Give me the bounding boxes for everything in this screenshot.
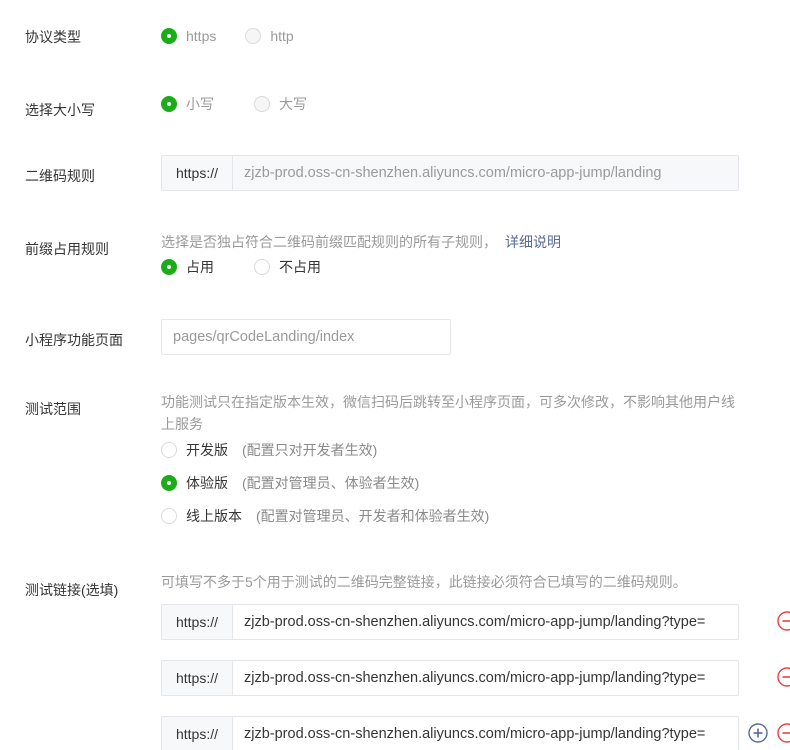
radio-checked-icon xyxy=(161,259,177,275)
test-link-field[interactable]: https:// zjzb-prod.oss-cn-shenzhen.aliyu… xyxy=(161,716,739,750)
radio-unchecked-icon xyxy=(254,96,270,112)
test-links-label: 测试链接(选填) xyxy=(25,582,119,598)
case-option-lower[interactable]: 小写 xyxy=(161,94,214,114)
test-link-value[interactable]: zjzb-prod.oss-cn-shenzhen.aliyuncs.com/m… xyxy=(233,605,738,639)
radio-unchecked-icon xyxy=(245,28,262,44)
minus-circle-icon[interactable] xyxy=(777,723,790,743)
prefix-occupy-hint: 选择是否独占符合二维码前缀匹配规则的所有子规则， 详细说明 xyxy=(161,234,561,250)
prefix-occupy-option-no[interactable]: 不占用 xyxy=(254,257,321,277)
radio-checked-icon xyxy=(161,475,177,491)
prefix-occupy-radio-group: 占用 不占用 xyxy=(161,257,351,277)
test-scope-label: 测试范围 xyxy=(25,401,81,417)
page-label: 小程序功能页面 xyxy=(25,332,123,348)
qr-rule-value: zjzb-prod.oss-cn-shenzhen.aliyuncs.com/m… xyxy=(244,165,662,181)
case-option-upper[interactable]: 大写 xyxy=(254,94,307,114)
test-link-prefix: https:// xyxy=(162,661,233,695)
test-link-value[interactable]: zjzb-prod.oss-cn-shenzhen.aliyuncs.com/m… xyxy=(233,717,738,750)
prefix-occupy-label: 前缀占用规则 xyxy=(25,241,109,257)
test-link-field[interactable]: https:// zjzb-prod.oss-cn-shenzhen.aliyu… xyxy=(161,604,739,640)
minus-circle-icon[interactable] xyxy=(777,667,790,687)
test-link-prefix: https:// xyxy=(162,605,233,639)
protocol-option-http[interactable]: http xyxy=(245,28,294,44)
test-link-value[interactable]: zjzb-prod.oss-cn-shenzhen.aliyuncs.com/m… xyxy=(233,661,738,695)
qr-rule-label: 二维码规则 xyxy=(25,168,95,184)
protocol-radio-group: https http xyxy=(161,28,324,44)
details-link[interactable]: 详细说明 xyxy=(505,234,561,250)
test-scope-option-online[interactable]: 线上版本 (配置对管理员、开发者和体验者生效) xyxy=(161,506,489,526)
radio-unchecked-icon xyxy=(254,259,270,275)
test-scope-option-dev[interactable]: 开发版 (配置只对开发者生效) xyxy=(161,440,377,460)
protocol-option-https[interactable]: https xyxy=(161,28,216,44)
minus-circle-icon[interactable] xyxy=(777,611,790,631)
case-label: 选择大小写 xyxy=(25,102,95,118)
page-input[interactable]: pages/qrCodeLanding/index xyxy=(161,319,451,355)
test-link-prefix: https:// xyxy=(162,717,233,750)
test-scope-option-trial[interactable]: 体验版 (配置对管理员、体验者生效) xyxy=(161,473,419,493)
test-link-field[interactable]: https:// zjzb-prod.oss-cn-shenzhen.aliyu… xyxy=(161,660,739,696)
qr-rule-field: https:// zjzb-prod.oss-cn-shenzhen.aliyu… xyxy=(161,155,739,191)
plus-circle-icon[interactable] xyxy=(748,723,768,743)
radio-unchecked-icon xyxy=(161,442,177,458)
case-radio-group: 小写 大写 xyxy=(161,94,337,114)
radio-checked-icon xyxy=(161,96,177,112)
radio-unchecked-icon xyxy=(161,508,177,524)
test-links-hint: 可填写不多于5个用于测试的二维码完整链接，此链接必须符合已填写的二维码规则。 xyxy=(161,574,687,590)
protocol-label: 协议类型 xyxy=(25,29,81,45)
qr-rule-prefix: https:// xyxy=(162,156,233,190)
radio-checked-icon xyxy=(161,28,177,44)
test-scope-hint: 功能测试只在指定版本生效，微信扫码后跳转至小程序页面，可多次修改，不影响其他用户… xyxy=(161,394,735,432)
prefix-occupy-option-yes[interactable]: 占用 xyxy=(161,257,214,277)
